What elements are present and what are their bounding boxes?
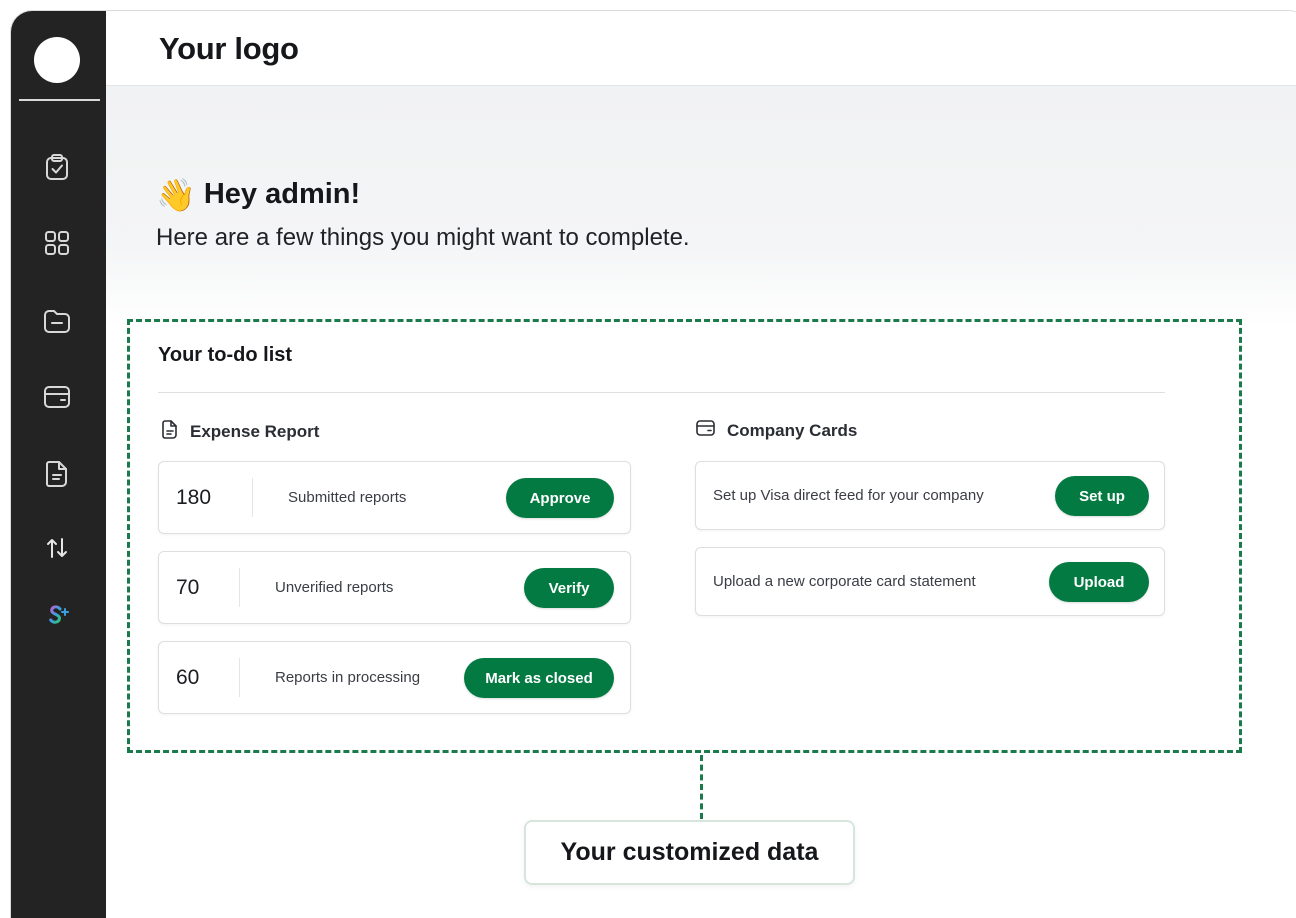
clipboard-check-icon[interactable] [42, 152, 72, 182]
approve-button[interactable]: Approve [506, 478, 614, 518]
list-item: Upload a new corporate card statement Up… [695, 547, 1165, 616]
item-count: 60 [176, 665, 200, 689]
logo[interactable]: Your logo [159, 31, 299, 67]
customized-data-outline: Your to-do list Expense Report 180 Submi… [127, 319, 1242, 753]
item-label: Unverified reports [275, 579, 394, 596]
divider [239, 658, 240, 697]
item-count: 70 [176, 575, 200, 599]
list-item: 180 Submitted reports Approve [158, 461, 631, 534]
document-icon [162, 420, 178, 444]
grid-icon[interactable] [42, 228, 72, 258]
greeting-subtitle: Here are a few things you might want to … [156, 224, 690, 251]
item-label: Reports in processing [275, 669, 421, 686]
list-item: 60 Reports in processing Mark as closed [158, 641, 631, 714]
document-icon[interactable] [42, 459, 72, 489]
wallet-icon [696, 420, 715, 441]
divider [239, 568, 240, 607]
mark-as-closed-button[interactable]: Mark as closed [464, 658, 614, 698]
section-label: Expense Report [190, 422, 320, 441]
greeting-title: Hey admin! [203, 178, 361, 210]
item-label: Submitted reports [288, 489, 407, 506]
wallet-icon[interactable] [42, 382, 72, 412]
main-content: 👋 Hey admin! Here are a few things you m… [106, 86, 1296, 918]
company-cards-heading: Company Cards [696, 420, 857, 441]
list-item: Set up Visa direct feed for your company… [695, 461, 1165, 530]
avatar[interactable] [34, 37, 80, 83]
expense-report-heading: Expense Report [162, 420, 319, 444]
top-bar: Your logo [106, 11, 1296, 86]
transfer-arrows-icon[interactable] [42, 533, 72, 563]
todo-panel: Your to-do list Expense Report 180 Submi… [158, 322, 1198, 722]
callout-connector [700, 755, 703, 819]
item-label: Upload a new corporate card statement [713, 573, 976, 590]
sidebar [11, 11, 106, 918]
customized-data-callout: Your customized data [524, 820, 855, 885]
brand-s-sparkle-icon[interactable] [42, 602, 72, 632]
todo-title: Your to-do list [158, 344, 293, 366]
item-label: Set up Visa direct feed for your company [713, 487, 984, 504]
section-label: Company Cards [727, 420, 858, 440]
waving-hand-icon: 👋 [156, 176, 196, 213]
sidebar-divider [19, 99, 100, 101]
set-up-button[interactable]: Set up [1055, 476, 1149, 516]
upload-button[interactable]: Upload [1049, 562, 1149, 602]
todo-divider [158, 392, 1165, 393]
app-window: Your logo 👋 Hey admin! Here are a few th… [10, 10, 1296, 918]
divider [252, 478, 253, 517]
item-count: 180 [176, 485, 212, 509]
folder-icon[interactable] [42, 306, 72, 336]
verify-button[interactable]: Verify [524, 568, 614, 608]
list-item: 70 Unverified reports Verify [158, 551, 631, 624]
greeting: 👋 Hey admin! [156, 178, 360, 211]
